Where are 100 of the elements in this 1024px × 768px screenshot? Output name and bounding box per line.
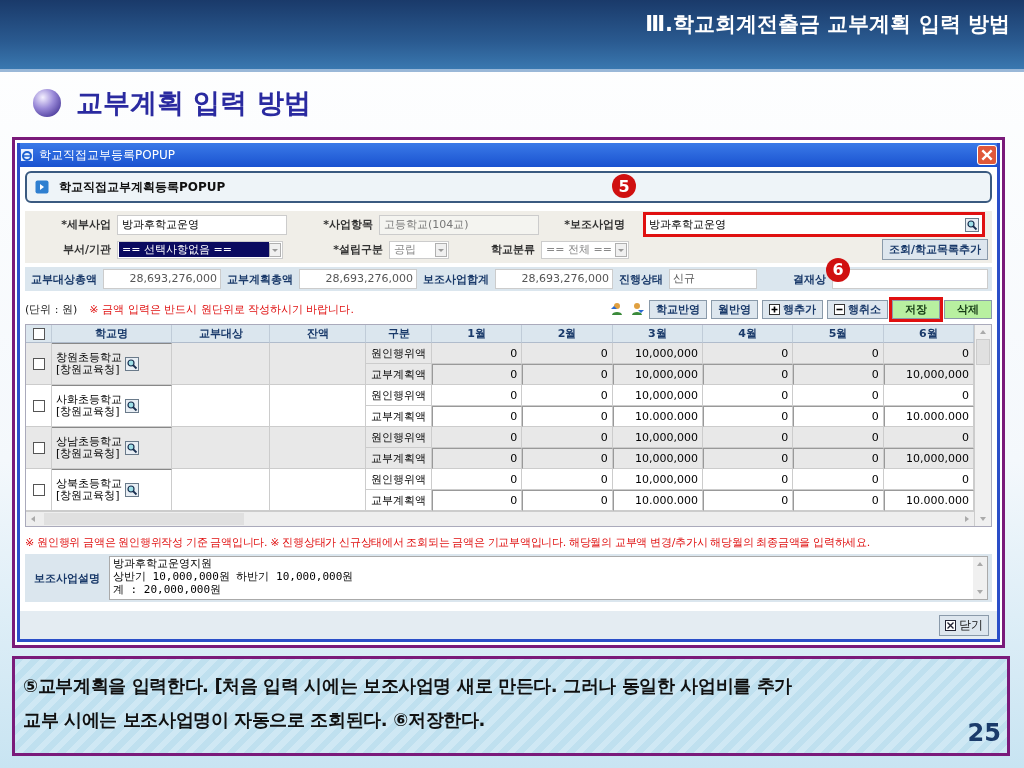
toolbar-button[interactable]: 학교반영 bbox=[649, 299, 707, 319]
search-add-button[interactable]: 조회/학교목록추가 bbox=[881, 239, 988, 260]
amount-field[interactable]: 10.000.000 bbox=[612, 490, 703, 511]
table-cell: 0 bbox=[522, 343, 613, 364]
field-value: 방과후학교운영 bbox=[649, 217, 727, 232]
amount-field[interactable]: 0 bbox=[703, 448, 794, 469]
scroll-right-icon[interactable] bbox=[963, 515, 971, 523]
school-name: 창원초등학교 [창원교육청] bbox=[56, 352, 122, 376]
amount-field[interactable]: 0 bbox=[793, 364, 884, 385]
table-cell: 0 bbox=[793, 385, 884, 406]
total-label: 교부대상총액 bbox=[30, 271, 98, 287]
scroll-up-icon[interactable] bbox=[979, 328, 987, 336]
amount-field[interactable]: 0 bbox=[793, 406, 884, 427]
row-label: 교부계획액 bbox=[366, 448, 432, 469]
amount-field[interactable]: 0 bbox=[432, 448, 523, 469]
scroll-left-icon[interactable] bbox=[29, 515, 37, 523]
vertical-scrollbar[interactable] bbox=[974, 325, 991, 526]
total-field[interactable]: 28,693,276,000 bbox=[495, 269, 613, 289]
sphere-bullet-icon bbox=[32, 88, 62, 118]
description-label: 보조사업설명 bbox=[33, 570, 101, 587]
amount-field[interactable]: 0 bbox=[703, 406, 794, 427]
amount-field[interactable]: 10,000,000 bbox=[612, 448, 703, 469]
column-header: 잔액 bbox=[270, 325, 366, 343]
amount-field[interactable]: 10.000.000 bbox=[883, 490, 974, 511]
field-label: *보조사업명 bbox=[563, 217, 626, 232]
amount-field[interactable]: 10,000,000 bbox=[883, 448, 974, 469]
toolbar-button[interactable]: 저장 bbox=[892, 299, 940, 319]
amount-field[interactable]: 0 bbox=[793, 448, 884, 469]
search-icon[interactable] bbox=[965, 217, 979, 232]
notice-text: ※ 금액 입력은 반드시 원단위로 작성하시기 바랍니다. bbox=[89, 301, 354, 317]
checkbox[interactable] bbox=[32, 327, 45, 340]
scroll-thumb[interactable] bbox=[44, 513, 244, 525]
total-field[interactable]: 신규 bbox=[669, 269, 757, 289]
search-icon[interactable] bbox=[125, 357, 139, 371]
notice-text: ※ 원인행위 금액은 원인행위작성 기준 금액입니다. ※ 진행상태가 신규상태에서 조회되는 금액은 기교부액입니다. 해당월의 교부액 변경/추가시 해당월의 최종금액을 입력하세요. bbox=[25, 535, 871, 550]
scroll-up-icon[interactable] bbox=[976, 560, 984, 568]
field-label: 부서/기관 bbox=[61, 242, 112, 257]
checkbox[interactable] bbox=[32, 357, 45, 370]
toolbar-button[interactable]: 삭제 bbox=[944, 299, 992, 319]
description-field[interactable]: 방과후학교운영지원 상반기 10,000,000원 하반기 10,000,000원 계 : 20,000,000원 bbox=[109, 556, 988, 600]
table-cell: 0 bbox=[883, 469, 974, 490]
person-up-icon[interactable] bbox=[609, 301, 625, 317]
amount-field[interactable]: 0 bbox=[432, 406, 523, 427]
scroll-down-icon[interactable] bbox=[979, 515, 987, 523]
person-down-icon[interactable] bbox=[629, 301, 645, 317]
amount-field[interactable]: 10.000.000 bbox=[612, 406, 703, 427]
text-field[interactable]: 방과후학교운영 bbox=[117, 214, 287, 235]
table-cell: 0 bbox=[793, 469, 884, 490]
column-header: 1월 bbox=[432, 325, 523, 343]
total-label: 교부계획총액 bbox=[226, 271, 294, 287]
row-label: 교부계획액 bbox=[366, 364, 432, 385]
table-cell: 10,000,000 bbox=[612, 343, 703, 364]
row-label: 교부계획액 bbox=[366, 490, 432, 511]
checkbox[interactable] bbox=[32, 483, 45, 496]
amount-field[interactable]: 0 bbox=[793, 490, 884, 511]
amount-field[interactable]: 0 bbox=[432, 490, 523, 511]
amount-field[interactable]: 0 bbox=[522, 406, 613, 427]
row-label: 원인행위액 bbox=[366, 427, 432, 448]
search-icon[interactable] bbox=[125, 441, 139, 455]
table-cell: 0 bbox=[883, 385, 974, 406]
scroll-thumb[interactable] bbox=[976, 339, 990, 365]
amount-field[interactable]: 0 bbox=[432, 364, 523, 385]
table-cell: 0 bbox=[703, 427, 794, 448]
amount-field[interactable]: 0 bbox=[703, 364, 794, 385]
scroll-down-icon[interactable] bbox=[976, 588, 984, 596]
column-header: 3월 bbox=[612, 325, 703, 343]
amount-field[interactable]: 0 bbox=[522, 448, 613, 469]
checkbox[interactable] bbox=[32, 399, 45, 412]
toolbar-button[interactable]: 행취소 bbox=[827, 299, 888, 319]
close-button[interactable]: 닫기 bbox=[939, 614, 989, 636]
total-field[interactable]: 28,693,276,000 bbox=[299, 269, 417, 289]
search-icon[interactable] bbox=[125, 483, 139, 497]
school-name: 상북초등학교 [창원교육청] bbox=[56, 478, 122, 502]
column-header: 5월 bbox=[793, 325, 884, 343]
amount-field[interactable]: 0 bbox=[703, 490, 794, 511]
caption-text: ⑤교부계획을 입력한다. [처음 입력 시에는 보조사업명 새로 만든다. 그러나 동일한 사업비를 추가 교부 시에는 보조사업명이 자동으로 조회된다. ⑥저장한다. bbox=[23, 674, 792, 732]
section-title: Ⅲ.학교회계전출금 교부계획 입력 방법 bbox=[645, 11, 1010, 38]
field-label: *세부사업 bbox=[60, 217, 112, 232]
checkbox[interactable] bbox=[32, 441, 45, 454]
amount-field[interactable]: 0 bbox=[522, 490, 613, 511]
table-cell: 0 bbox=[793, 427, 884, 448]
dropdown[interactable]: == 선택사항없음 == bbox=[117, 240, 283, 259]
row-label: 원인행위액 bbox=[366, 343, 432, 364]
amount-field[interactable]: 10.000.000 bbox=[883, 406, 974, 427]
table-cell: 0 bbox=[883, 343, 974, 364]
amount-field[interactable]: 10,000,000 bbox=[883, 364, 974, 385]
total-label: 보조사업합계 bbox=[422, 271, 490, 287]
table-cell: 0 bbox=[522, 385, 613, 406]
table-cell: 0 bbox=[432, 469, 523, 490]
total-field[interactable]: 28,693,276,000 bbox=[103, 269, 221, 289]
toolbar-button[interactable]: 행추가 bbox=[762, 299, 823, 319]
amount-field[interactable]: 10,000,000 bbox=[612, 364, 703, 385]
browser-icon bbox=[20, 148, 34, 162]
slide-heading: 교부계획 입력 방법 bbox=[76, 86, 311, 120]
horizontal-scrollbar[interactable] bbox=[26, 511, 974, 526]
toolbar-button[interactable]: 월반영 bbox=[711, 299, 758, 319]
amount-field[interactable]: 0 bbox=[522, 364, 613, 385]
search-field[interactable]: 방과후학교운영 bbox=[643, 212, 985, 237]
search-icon[interactable] bbox=[125, 399, 139, 413]
close-icon[interactable] bbox=[977, 145, 997, 165]
